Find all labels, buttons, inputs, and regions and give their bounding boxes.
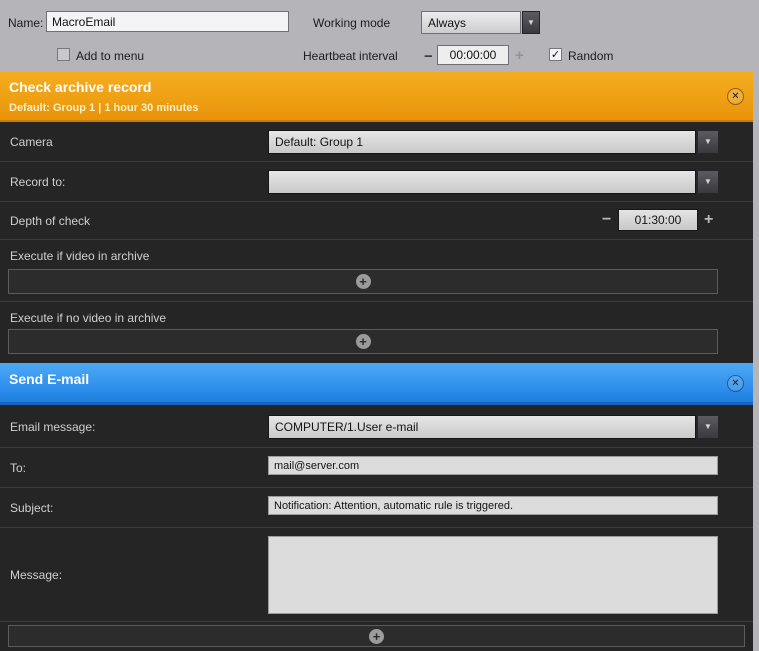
working-mode-dropdown-button[interactable]: ▼ <box>522 11 540 34</box>
execute-if-video-label: Execute if video in archive <box>10 249 149 263</box>
check-archive-close-button[interactable]: ✕ <box>727 88 744 105</box>
send-email-title: Send E-mail <box>9 371 89 387</box>
email-message-dropdown-button[interactable]: ▼ <box>697 415 719 439</box>
heartbeat-interval-label: Heartbeat interval <box>303 49 398 63</box>
depth-of-check-input[interactable] <box>618 209 698 231</box>
working-mode-select[interactable]: Always <box>421 11 521 34</box>
add-to-menu-label: Add to menu <box>76 49 144 63</box>
message-textarea[interactable] <box>268 536 718 614</box>
execute-if-no-video-label: Execute if no video in archive <box>10 311 166 325</box>
camera-select[interactable]: Default: Group 1 <box>268 130 696 154</box>
check-archive-subtitle: Default: Group 1 | 1 hour 30 minutes <box>9 102 199 114</box>
chevron-down-icon: ▼ <box>704 138 712 146</box>
add-action-button[interactable]: + <box>8 625 745 647</box>
working-mode-value: Always <box>428 16 466 30</box>
top-panel: Name: Working mode Always ▼ Add to menu … <box>0 0 759 72</box>
camera-label: Camera <box>10 135 53 149</box>
chevron-down-icon: ▼ <box>704 423 712 431</box>
add-action-if-no-video-button[interactable]: + <box>8 329 718 354</box>
add-to-menu-checkbox[interactable] <box>57 48 70 61</box>
record-to-select[interactable] <box>268 170 696 194</box>
subject-input[interactable] <box>268 496 718 515</box>
heartbeat-minus-button[interactable]: − <box>424 49 433 64</box>
depth-plus-button[interactable]: + <box>704 212 713 228</box>
heartbeat-plus-button[interactable]: + <box>515 48 524 63</box>
depth-of-check-label: Depth of check <box>10 214 90 228</box>
subject-label: Subject: <box>10 501 53 515</box>
send-email-close-button[interactable]: ✕ <box>727 375 744 392</box>
add-action-if-video-button[interactable]: + <box>8 269 718 294</box>
record-to-label: Record to: <box>10 175 65 189</box>
record-to-dropdown-button[interactable]: ▼ <box>697 170 719 194</box>
name-label: Name: <box>8 16 43 30</box>
heartbeat-interval-input[interactable] <box>437 45 509 65</box>
checkmark-icon: ✓ <box>551 48 560 61</box>
depth-minus-button[interactable]: − <box>602 212 611 228</box>
plus-icon: + <box>356 334 371 349</box>
send-email-header: Send E-mail ✕ <box>0 363 753 405</box>
chevron-down-icon: ▼ <box>527 19 535 27</box>
check-archive-header: Check archive record Default: Group 1 | … <box>0 72 753 122</box>
working-mode-label: Working mode <box>313 16 390 30</box>
name-input[interactable] <box>46 11 289 32</box>
chevron-down-icon: ▼ <box>704 178 712 186</box>
message-label: Message: <box>10 568 62 582</box>
email-message-label: Email message: <box>10 420 95 434</box>
plus-icon: + <box>356 274 371 289</box>
camera-value: Default: Group 1 <box>275 135 363 149</box>
camera-dropdown-button[interactable]: ▼ <box>697 130 719 154</box>
random-checkbox[interactable]: ✓ <box>549 48 562 61</box>
email-message-select[interactable]: COMPUTER/1.User e-mail <box>268 415 696 439</box>
plus-icon: + <box>369 629 384 644</box>
to-input[interactable] <box>268 456 718 475</box>
email-message-value: COMPUTER/1.User e-mail <box>275 420 418 434</box>
check-archive-title: Check archive record <box>9 79 151 95</box>
random-label: Random <box>568 49 613 63</box>
to-label: To: <box>10 461 26 475</box>
close-icon: ✕ <box>731 378 739 389</box>
macro-actions-panel: Check archive record Default: Group 1 | … <box>0 72 753 651</box>
close-icon: ✕ <box>731 91 739 102</box>
